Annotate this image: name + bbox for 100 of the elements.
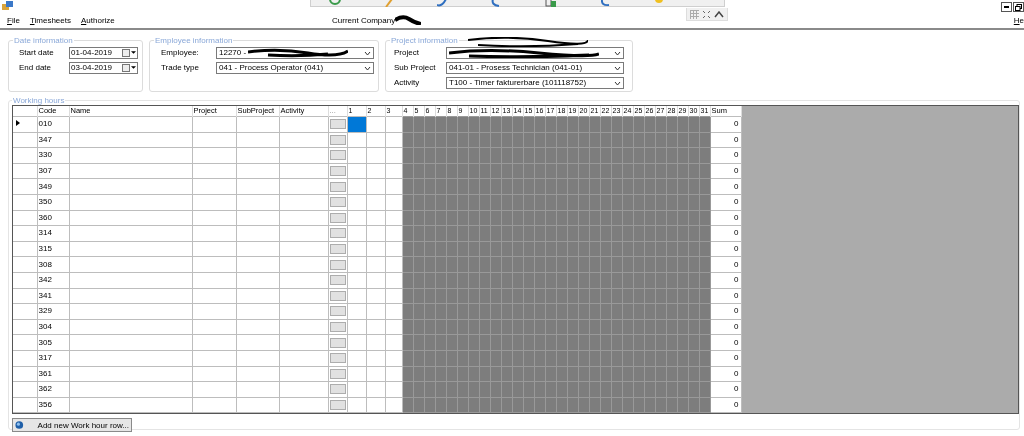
table-cell: 305 [37,334,69,351]
table-cell: 317 [37,350,69,366]
row-button[interactable] [329,212,346,223]
group-title: Project information [390,36,459,45]
minimize-icon [1004,6,1009,8]
group-title: Employee information [154,36,234,45]
row-button[interactable] [329,119,346,130]
row-button[interactable] [329,322,346,332]
table-cell: 0 [710,256,741,273]
caret-down-icon[interactable] [131,51,136,54]
field-label: End date [18,63,53,72]
table-cell: 361 [37,366,69,382]
dropdown-field[interactable]: 041-01 - Prosess Technician (041-01) [446,61,624,74]
table-cell: 0 [710,319,741,335]
menu-item[interactable]: File [7,15,20,25]
row-button[interactable] [329,306,346,317]
table-cell: 0 [710,303,741,320]
app-icon [2,1,13,11]
add-row-button[interactable]: Add new Work hour row... [12,418,132,432]
redaction-scribble [395,15,422,25]
chevron-down-icon[interactable] [614,80,621,86]
row-button[interactable] [329,275,346,286]
chevron-down-icon[interactable] [364,50,371,56]
table-cell: 356 [37,397,69,413]
group-title: Date information [13,36,74,45]
table-cell: 349 [37,178,69,195]
expand-icon[interactable] [702,9,711,19]
menu-item[interactable]: He [1013,16,1024,25]
dropdown-field[interactable]: 12270 - [216,46,374,59]
caret-up-icon[interactable] [714,10,724,18]
table-cell: 342 [37,272,69,289]
table-cell: 315 [37,241,69,257]
restore-icon [1015,3,1022,11]
table-cell: 329 [37,303,69,320]
pencil-icon[interactable] [385,0,393,7]
restore-button[interactable] [1013,2,1024,12]
row-button[interactable] [329,368,346,379]
row-button[interactable] [329,244,346,255]
table-cell: 0 [710,272,741,289]
chevron-down-icon[interactable] [614,50,621,56]
dropdown-field[interactable]: 041 - Process Operator (041) [216,61,374,74]
table-cell: 0 [710,194,741,211]
table-cell: 0 [710,178,741,195]
row-button[interactable] [329,259,346,270]
dropdown-field[interactable] [446,46,624,59]
row-pointer-icon [16,120,20,127]
table-cell: 304 [37,319,69,335]
chevron-down-icon[interactable] [364,65,371,71]
menu-item[interactable]: Authorize [80,15,115,25]
table-cell: 0 [710,366,741,382]
field-label: Project [393,48,420,57]
table-cell: 0 [710,288,741,304]
row-button[interactable] [329,400,346,410]
row-button[interactable] [329,181,346,192]
table-cell: 314 [37,225,69,242]
table-cell: 0 [710,225,741,242]
row-button[interactable] [329,134,346,145]
table-cell: 0 [710,132,741,148]
group-title: Working hours [12,96,66,105]
field-label: Start date [18,48,55,57]
row-button[interactable] [329,337,346,348]
table-cell: 0 [710,241,741,257]
row-button[interactable] [329,228,346,239]
table-cell: 010 [37,116,69,133]
row-header[interactable] [13,116,37,133]
table-cell: 330 [37,147,69,164]
table-cell: 0 [710,381,741,398]
globe-icon [15,420,24,430]
date-field[interactable]: 03-04-2019 [69,61,138,74]
row-button[interactable] [329,166,346,177]
table-cell: 0 [710,116,741,133]
date-field[interactable]: 01-04-2019 [69,46,138,59]
row-button[interactable] [329,150,346,161]
table-cell: 0 [710,334,741,351]
row-button[interactable] [329,197,346,208]
minimize-button[interactable] [1001,2,1012,12]
row-button[interactable] [329,353,346,364]
dropdown-field[interactable]: T100 - Timer fakturerbare (101118752) [446,76,624,89]
row-button[interactable] [329,384,346,395]
field-label: Trade type [160,63,200,72]
table-cell: 362 [37,381,69,398]
table-cell: 308 [37,256,69,273]
table-cell: 0 [710,210,741,226]
table-cell: 360 [37,210,69,226]
table-cell: 0 [710,147,741,164]
row-button[interactable] [329,290,346,301]
day-cell[interactable] [385,116,402,133]
table-cell: 0 [710,397,741,413]
menu-item[interactable]: Timesheets [29,15,71,25]
ring-icon[interactable] [329,0,341,7]
table-cell: 307 [37,163,69,179]
company-label: Current Company [332,15,396,25]
table-cell: 350 [37,194,69,211]
table-cell: 341 [37,288,69,304]
table-cell: 347 [37,132,69,148]
table-cell: 0 [710,163,741,179]
chevron-down-icon[interactable] [614,65,621,71]
day-cell[interactable] [366,116,385,133]
caret-down-icon[interactable] [131,66,136,69]
field-label: Sub Project [393,63,437,72]
